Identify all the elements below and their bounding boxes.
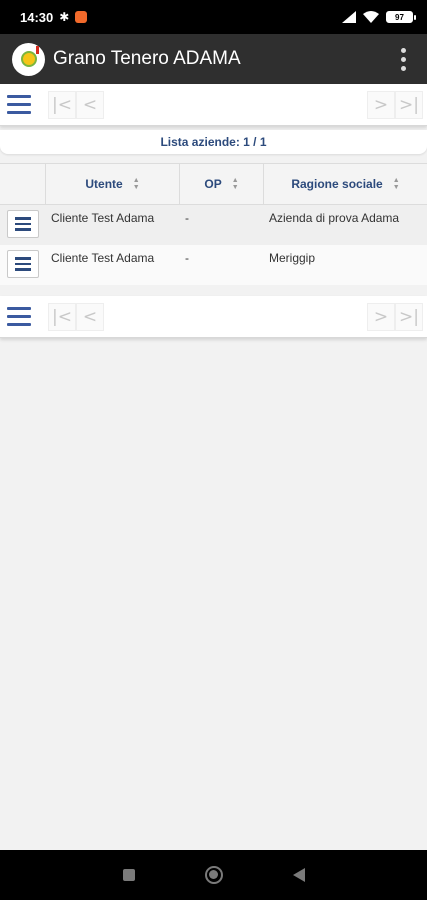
app-logo bbox=[12, 42, 45, 76]
sort-icon: ▲ ▼ bbox=[392, 177, 400, 191]
cell-ragione-sociale: Azienda di prova Adama bbox=[269, 211, 400, 225]
pager-nav-right: > >| bbox=[367, 302, 423, 331]
app-title: Grano Tenero ADAMA bbox=[53, 48, 241, 69]
table-header: Utente ▲ ▼ OP ▲ ▼ Ragione sociale ▲ ▼ bbox=[0, 163, 427, 205]
list-count-bar: Lista aziende: 1 / 1 bbox=[0, 130, 427, 154]
companies-table: Utente ▲ ▼ OP ▲ ▼ Ragione sociale ▲ ▼ Clien… bbox=[0, 163, 427, 285]
status-time: 14:30 bbox=[20, 9, 54, 25]
overflow-menu-icon[interactable] bbox=[391, 44, 415, 74]
menu-icon[interactable] bbox=[4, 91, 34, 119]
back-icon[interactable] bbox=[292, 868, 305, 882]
row-actions bbox=[0, 205, 46, 245]
cell-op: - bbox=[185, 251, 189, 265]
last-page-button[interactable]: >| bbox=[395, 90, 423, 119]
header-label: OP bbox=[204, 177, 222, 191]
bluetooth-icon: ✱ bbox=[59, 10, 70, 24]
cell-utente: Cliente Test Adama bbox=[51, 211, 155, 225]
next-page-button[interactable]: > bbox=[367, 302, 395, 331]
header-actions bbox=[0, 164, 46, 204]
first-page-button[interactable]: |< bbox=[48, 302, 76, 331]
sort-icon: ▲ ▼ bbox=[132, 177, 140, 191]
system-nav-bar bbox=[0, 850, 427, 900]
home-icon[interactable] bbox=[204, 866, 223, 884]
signal-icon bbox=[342, 11, 356, 23]
next-page-button[interactable]: > bbox=[367, 90, 395, 119]
menu-icon[interactable] bbox=[4, 303, 34, 331]
sort-icon: ▲ ▼ bbox=[231, 177, 239, 191]
pager-nav-left: |< < bbox=[48, 302, 104, 331]
notification-icon bbox=[75, 11, 88, 23]
status-right: 97 bbox=[342, 11, 416, 23]
row-menu-icon[interactable] bbox=[7, 250, 39, 278]
cell-utente: Cliente Test Adama bbox=[51, 251, 155, 265]
app-bar: Grano Tenero ADAMA bbox=[0, 34, 427, 84]
pager-nav-right: > >| bbox=[367, 90, 423, 119]
pager-top: |< < > >| bbox=[0, 84, 427, 126]
battery-icon: 97 bbox=[386, 11, 416, 23]
first-page-button[interactable]: |< bbox=[48, 90, 76, 119]
table-row[interactable]: Cliente Test Adama - Meriggip bbox=[0, 245, 427, 285]
last-page-button[interactable]: >| bbox=[395, 302, 423, 331]
prev-page-button[interactable]: < bbox=[76, 302, 104, 331]
pager-nav-left: |< < bbox=[48, 90, 104, 119]
header-label: Utente bbox=[85, 177, 123, 191]
pager-bottom: |< < > >| bbox=[0, 296, 427, 338]
cell-op: - bbox=[185, 211, 189, 225]
table-row[interactable]: Cliente Test Adama - Azienda di prova Ad… bbox=[0, 205, 427, 245]
header-ragione-sociale[interactable]: Ragione sociale ▲ ▼ bbox=[264, 164, 427, 204]
row-menu-icon[interactable] bbox=[7, 210, 39, 238]
cell-ragione-sociale: Meriggip bbox=[269, 251, 316, 265]
header-label: Ragione sociale bbox=[291, 177, 383, 191]
header-utente[interactable]: Utente ▲ ▼ bbox=[46, 164, 180, 204]
recents-icon[interactable] bbox=[122, 869, 135, 881]
prev-page-button[interactable]: < bbox=[76, 90, 104, 119]
header-op[interactable]: OP ▲ ▼ bbox=[180, 164, 264, 204]
status-bar: 14:30 ✱ 97 bbox=[0, 0, 427, 34]
status-left: 14:30 ✱ bbox=[20, 9, 88, 25]
row-actions bbox=[0, 245, 46, 285]
wifi-icon bbox=[363, 11, 379, 23]
list-count-label: Lista aziende: 1 / 1 bbox=[160, 135, 267, 149]
